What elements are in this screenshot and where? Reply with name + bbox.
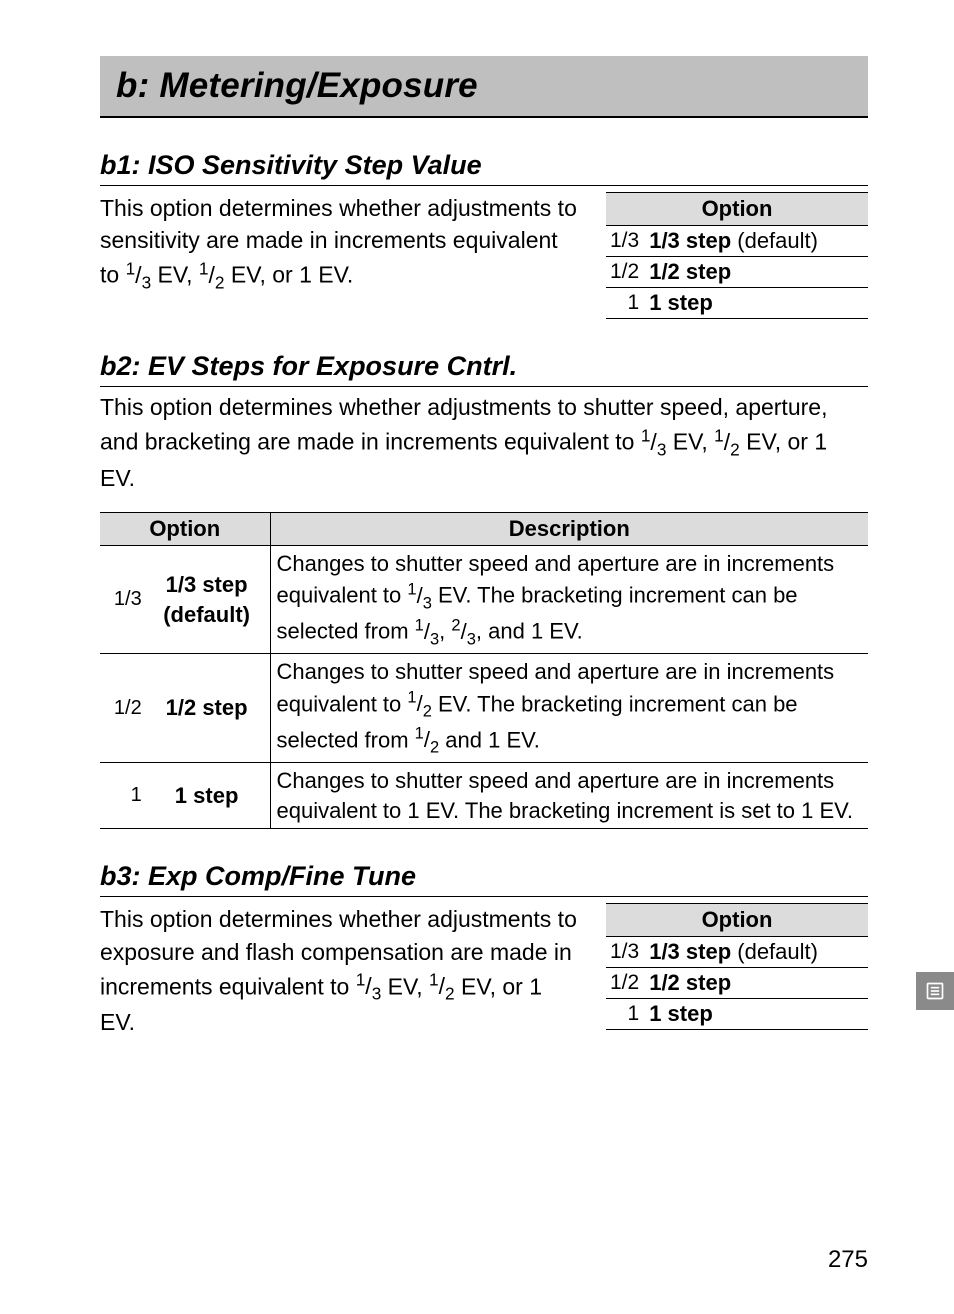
table-b1: Option 1/3 1/3 step (default) 1/2 1/2 st… (606, 192, 868, 319)
option-label: 1 step (645, 999, 868, 1030)
side-tab-icon (916, 972, 954, 1010)
option-icon: 1 (606, 999, 645, 1030)
table-row: 1 1 step (606, 999, 868, 1030)
col-option: Option (100, 512, 270, 545)
table-row: 1/3 1/3 step (default) (606, 937, 868, 968)
option-icon: 1 (100, 763, 144, 829)
option-label: 1/2 step (645, 968, 868, 999)
table-row: 1/2 1/2 step Changes to shutter speed an… (100, 654, 868, 763)
option-label: 1/3 step (default) (645, 937, 868, 968)
option-name: 1/3 step(default) (144, 545, 270, 654)
option-description: Changes to shutter speed and aperture ar… (270, 654, 868, 763)
table-b3: Option 1/3 1/3 step (default) 1/2 1/2 st… (606, 903, 868, 1030)
option-name: 1 step (144, 763, 270, 829)
table-row: 1/2 1/2 step (606, 968, 868, 999)
option-description: Changes to shutter speed and aperture ar… (270, 545, 868, 654)
heading-b2: b2: EV Steps for Exposure Cntrl. (100, 349, 868, 387)
option-description: Changes to shutter speed and aperture ar… (270, 763, 868, 829)
heading-b3: b3: Exp Comp/Fine Tune (100, 859, 868, 897)
option-label: 1 step (645, 288, 868, 319)
table-row: 1 1 step Changes to shutter speed and ap… (100, 763, 868, 829)
col-description: Description (270, 512, 868, 545)
option-icon: 1/3 (606, 937, 645, 968)
body-b2: This option determines whether adjustmen… (100, 391, 868, 494)
body-b3: This option determines whether adjustmen… (100, 903, 578, 1038)
option-icon: 1/2 (100, 654, 144, 763)
section-banner: b: Metering/Exposure (100, 56, 868, 118)
col-option: Option (606, 193, 868, 226)
table-row: 1/3 1/3 step(default) Changes to shutter… (100, 545, 868, 654)
option-icon: 1/3 (100, 545, 144, 654)
option-icon: 1 (606, 288, 645, 319)
page-number: 275 (828, 1246, 868, 1274)
heading-b1: b1: ISO Sensitivity Step Value (100, 148, 868, 186)
table-row: 1/2 1/2 step (606, 257, 868, 288)
option-icon: 1/3 (606, 226, 645, 257)
option-icon: 1/2 (606, 968, 645, 999)
option-name: 1/2 step (144, 654, 270, 763)
body-b1: This option determines whether adjustmen… (100, 192, 578, 295)
table-row: 1 1 step (606, 288, 868, 319)
option-label: 1/2 step (645, 257, 868, 288)
col-option: Option (606, 904, 868, 937)
table-row: 1/3 1/3 step (default) (606, 226, 868, 257)
table-b2: Option Description 1/3 1/3 step(default)… (100, 512, 868, 830)
option-label: 1/3 step (default) (645, 226, 868, 257)
option-icon: 1/2 (606, 257, 645, 288)
